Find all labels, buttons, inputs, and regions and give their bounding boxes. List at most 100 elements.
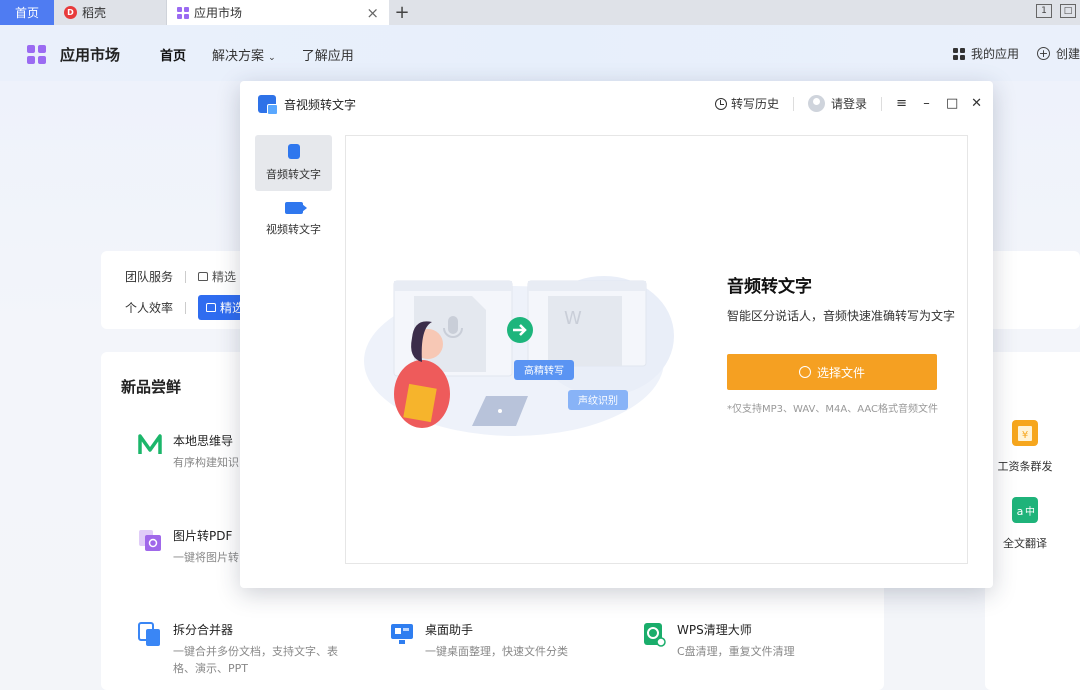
app-card-text: 桌面助手 一键桌面整理，快速文件分类 xyxy=(425,621,568,660)
upload-icon xyxy=(798,366,811,378)
login-label: 请登录 xyxy=(831,97,868,111)
microphone-icon xyxy=(287,144,300,159)
menu-icon[interactable]: ≡ xyxy=(896,96,907,111)
app-card-translate[interactable]: a中 全文翻译 xyxy=(995,496,1055,551)
minimize-icon[interactable]: – xyxy=(921,96,932,111)
app-name: WPS清理大师 xyxy=(677,623,752,637)
app-name: 工资条群发 xyxy=(997,460,1053,473)
app-desc: C盘清理，重复文件清理 xyxy=(677,645,795,658)
select-file-button[interactable]: 选择文件 xyxy=(727,354,937,390)
app-card-text: 本地思维导 有序构建知识 xyxy=(173,432,239,471)
brand-title: 应用市场 xyxy=(60,46,121,64)
daoke-logo-icon: D xyxy=(64,6,77,19)
tab-app-market[interactable]: 应用市场 × xyxy=(167,0,389,25)
mindmap-icon xyxy=(138,434,162,454)
window-controls: ≡ – □ ✕ xyxy=(896,96,982,111)
app-card[interactable]: 拆分合并器 一键合并多份文档，支持文字、表 格、演示、PPT xyxy=(137,621,338,677)
app-desc: 一键合并多份文档，支持文字、表 格、演示、PPT xyxy=(173,643,338,677)
upload-area: W 高精转写 声纹识别 音频转文字 智能区分说话人，音频快速准确转写为文字 选择… xyxy=(345,135,968,564)
app-name: 全文翻译 xyxy=(1003,537,1047,550)
app-name: 桌面助手 xyxy=(425,623,474,637)
app-name: 拆分合并器 xyxy=(173,623,234,637)
transcribe-dialog: 音视频转文字 转写历史 请登录 ≡ – □ ✕ 音频转文字 视频转文字 W 高精… xyxy=(240,81,993,588)
layout-icon[interactable]: 1 xyxy=(1036,4,1052,18)
bubble-text: 高精转写 xyxy=(524,364,564,377)
avatar-icon xyxy=(808,95,826,112)
chip-label: 精选 xyxy=(212,270,237,284)
dialog-title-text: 音视频转文字 xyxy=(284,97,357,112)
app-card[interactable]: 本地思维导 有序构建知识 xyxy=(137,432,239,471)
app-desc: 一键将图片转 xyxy=(173,551,239,564)
login-button[interactable]: 请登录 xyxy=(808,95,867,112)
svg-text:a: a xyxy=(1017,505,1024,518)
desktop-assistant-icon xyxy=(391,624,413,644)
app-card[interactable]: 图片转PDF 一键将图片转 xyxy=(137,527,239,566)
nav-home[interactable]: 首页 xyxy=(160,45,186,64)
chevron-down-icon: ⌄ xyxy=(268,53,276,63)
app-desc-line: 格、演示、PPT xyxy=(173,662,248,675)
tab-home[interactable]: 首页 xyxy=(0,0,54,25)
format-note: *仅支持MP3、WAV、M4A、AAC格式音频文件 xyxy=(727,404,939,415)
sidebar-item-label: 音频转文字 xyxy=(266,168,321,181)
app-card-text: WPS清理大师 C盘清理，重复文件清理 xyxy=(677,621,795,660)
close-icon[interactable]: ✕ xyxy=(971,96,982,111)
app-market-icon xyxy=(177,6,189,19)
bubble-text: 声纹识别 xyxy=(578,394,618,407)
browser-tab-bar: 首页 D 稻壳 应用市场 × + 1 □ xyxy=(0,0,1080,25)
grid-icon xyxy=(953,47,965,60)
app-name: 本地思维导 xyxy=(173,434,234,448)
content-heading: 音频转文字 xyxy=(727,277,812,297)
video-camera-icon xyxy=(284,201,307,214)
filter-label: 团队服务 xyxy=(125,270,174,284)
app-card[interactable]: WPS清理大师 C盘清理，重复文件清理 xyxy=(641,621,795,660)
new-tab-button[interactable]: + xyxy=(389,0,415,25)
close-tab-icon[interactable]: × xyxy=(366,4,379,22)
filter-row: 个人效率 精选 xyxy=(125,295,253,320)
dialog-toolbar: 转写历史 请登录 ≡ – □ ✕ xyxy=(715,95,982,112)
tab-daoke[interactable]: D 稻壳 xyxy=(54,0,167,25)
sidebar-item-video[interactable]: 视频转文字 xyxy=(255,191,332,247)
sidebar-item-label: 视频转文字 xyxy=(266,222,321,236)
app-card-text: 拆分合并器 一键合并多份文档，支持文字、表 格、演示、PPT xyxy=(173,621,338,677)
svg-text:中: 中 xyxy=(1025,505,1035,518)
image-to-pdf-icon xyxy=(139,530,161,551)
section-title: 新品尝鲜 xyxy=(121,378,182,396)
my-apps-button[interactable]: 我的应用 xyxy=(953,45,1019,62)
create-button[interactable]: + 创建 xyxy=(1037,45,1080,62)
content-subtitle: 智能区分说话人，音频快速准确转写为文字 xyxy=(727,309,956,323)
nav-about[interactable]: 了解应用 xyxy=(302,45,354,64)
nav-solutions[interactable]: 解决方案 ⌄ xyxy=(212,45,276,64)
payroll-icon: ¥ xyxy=(1012,420,1038,446)
app-desc: 有序构建知识 xyxy=(173,456,239,469)
maximize-icon[interactable]: □ xyxy=(946,96,958,111)
app-header: 应用市场 首页 解决方案 ⌄ 了解应用 我的应用 + 创建 xyxy=(0,25,1080,81)
top-nav: 首页 解决方案 ⌄ 了解应用 xyxy=(160,45,380,64)
app-card[interactable]: 桌面助手 一键桌面整理，快速文件分类 xyxy=(389,621,568,660)
app-card-text: 图片转PDF 一键将图片转 xyxy=(173,527,239,566)
filter-chip[interactable]: 精选 xyxy=(198,268,236,285)
divider xyxy=(793,96,795,111)
my-apps-label: 我的应用 xyxy=(971,47,1020,61)
tab-label: 应用市场 xyxy=(194,6,243,20)
home-icon xyxy=(206,303,217,312)
brand: 应用市场 xyxy=(27,44,120,65)
divider xyxy=(881,96,883,111)
window-layout-buttons: 1 □ xyxy=(1036,4,1080,18)
sidebar-item-audio[interactable]: 音频转文字 xyxy=(255,135,332,191)
app-desc-line: 一键合并多份文档，支持文字、表 xyxy=(173,645,338,658)
history-label: 转写历史 xyxy=(731,97,780,111)
app-desc: 一键桌面整理，快速文件分类 xyxy=(425,645,568,658)
create-label: 创建 xyxy=(1056,47,1080,61)
wps-cleaner-icon xyxy=(644,623,666,647)
home-icon xyxy=(198,272,209,281)
nav-solutions-label: 解决方案 xyxy=(212,49,265,64)
filter-row: 团队服务 精选 xyxy=(125,268,236,285)
app-card-payroll[interactable]: ¥ 工资条群发 xyxy=(995,419,1055,474)
dialog-sidebar: 音频转文字 视频转文字 xyxy=(255,135,332,247)
right-apps-panel: ¥ 工资条群发 a中 全文翻译 xyxy=(985,352,1080,690)
svg-text:¥: ¥ xyxy=(1022,430,1028,441)
app-name: 图片转PDF xyxy=(173,529,233,543)
layout-icon-2[interactable]: □ xyxy=(1060,4,1076,18)
history-button[interactable]: 转写历史 xyxy=(715,95,779,112)
split-merge-icon xyxy=(138,622,160,646)
